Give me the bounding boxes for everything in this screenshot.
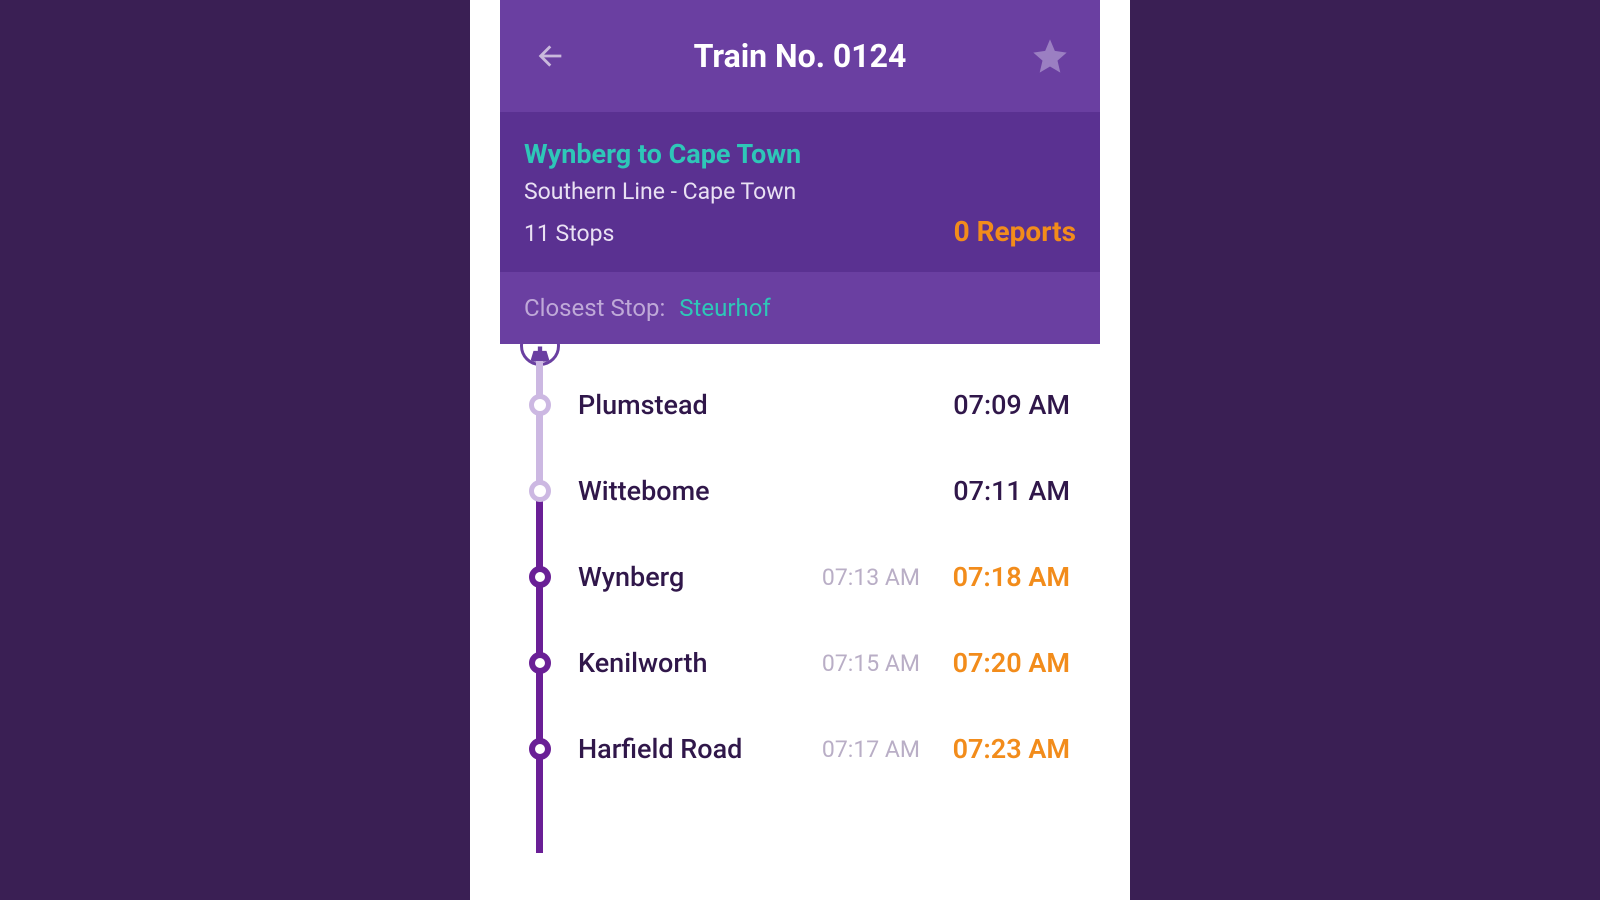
favorite-button[interactable] xyxy=(1028,34,1072,78)
stop-name: Kenilworth xyxy=(578,647,822,679)
stop-row[interactable]: Plumstead 07:09 AM xyxy=(500,362,1100,448)
timeline-marker xyxy=(500,362,578,448)
stop-circle-icon xyxy=(529,652,551,674)
line-name: Southern Line - Cape Town xyxy=(524,178,1076,205)
stop-circle-icon xyxy=(529,566,551,588)
stop-circle-icon xyxy=(529,394,551,416)
app-screen: Train No. 0124 Wynberg to Cape Town Sout… xyxy=(500,0,1100,900)
stop-row[interactable]: Kenilworth 07:15 AM 07:20 AM xyxy=(500,620,1100,706)
closest-stop-bar: Closest Stop: Steurhof xyxy=(500,272,1100,344)
stop-row[interactable]: Harfield Road 07:17 AM 07:23 AM xyxy=(500,706,1100,792)
stop-estimated-time: 07:18 AM xyxy=(940,561,1070,593)
stop-scheduled-time: 07:15 AM xyxy=(822,650,920,677)
trip-summary: Wynberg to Cape Town Southern Line - Cap… xyxy=(500,112,1100,272)
star-icon xyxy=(1030,36,1070,76)
timeline-marker xyxy=(500,620,578,706)
stop-row xyxy=(500,792,1100,852)
stop-name: Wynberg xyxy=(578,561,822,593)
stop-scheduled-time: 07:17 AM xyxy=(822,736,920,763)
stop-name: Harfield Road xyxy=(578,733,822,765)
stop-row[interactable]: Wynberg 07:13 AM 07:18 AM xyxy=(500,534,1100,620)
stop-estimated-time: 07:23 AM xyxy=(940,733,1070,765)
summary-row: 11 Stops 0 Reports xyxy=(524,215,1076,248)
timeline-marker xyxy=(500,706,578,792)
arrow-left-icon xyxy=(533,39,567,73)
stop-row[interactable]: Wittebome 07:11 AM xyxy=(500,448,1100,534)
stop-time: 07:11 AM xyxy=(940,475,1070,507)
closest-stop-value[interactable]: Steurhof xyxy=(679,294,770,322)
timeline-marker xyxy=(500,534,578,620)
stop-circle-icon xyxy=(529,738,551,760)
page-title: Train No. 0124 xyxy=(694,37,907,75)
back-button[interactable] xyxy=(528,34,572,78)
stop-circle-icon xyxy=(529,480,551,502)
reports-count[interactable]: 0 Reports xyxy=(954,215,1076,248)
stop-name: Plumstead xyxy=(578,389,940,421)
timeline-marker xyxy=(500,448,578,534)
timeline-marker xyxy=(500,792,578,852)
stops-count: 11 Stops xyxy=(524,220,614,247)
stop-scheduled-time: 07:13 AM xyxy=(822,564,920,591)
closest-stop-label: Closest Stop: xyxy=(524,294,665,322)
stop-time: 07:09 AM xyxy=(940,389,1070,421)
stop-name: Wittebome xyxy=(578,475,940,507)
phone-frame: Train No. 0124 Wynberg to Cape Town Sout… xyxy=(470,0,1130,900)
route-title: Wynberg to Cape Town xyxy=(524,138,1076,170)
stop-estimated-time: 07:20 AM xyxy=(940,647,1070,679)
stops-list[interactable]: Plumstead 07:09 AM Wittebome 07:11 AM xyxy=(500,344,1100,900)
app-header: Train No. 0124 xyxy=(500,0,1100,112)
